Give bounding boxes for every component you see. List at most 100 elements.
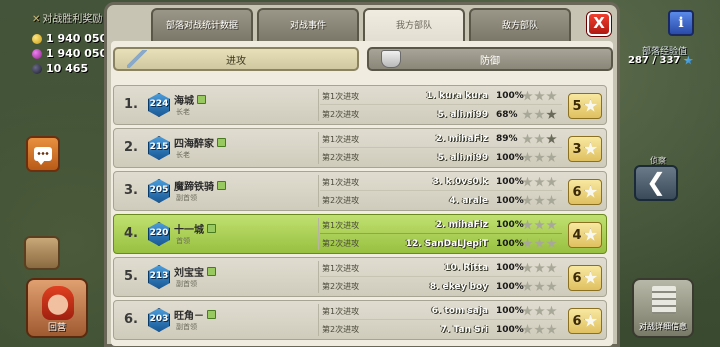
war-panel: 部落对战统计数据 对战事件 我方部队 敌方部队 X 进攻 防御 1. 224 海… xyxy=(104,2,620,347)
divider xyxy=(318,304,319,336)
attack-stars xyxy=(522,152,562,163)
member-row[interactable]: 4. 220 十一城 首领 第1次进攻 2. mihaFiz 100% 第2次进… xyxy=(113,214,607,254)
scout-back-button[interactable]: ❮ xyxy=(634,165,678,201)
attack-entry[interactable]: 第2次进攻 5. ali.ni99 68% xyxy=(320,106,562,123)
player-name[interactable]: 刘宝宝 xyxy=(174,264,216,279)
star-icon xyxy=(534,305,545,316)
attack-entry[interactable]: 第2次进攻 8. ekey boy 100% xyxy=(320,278,562,295)
star-icon xyxy=(546,109,557,120)
destruction-percent: 100% xyxy=(496,91,524,101)
attack-label: 第2次进攻 xyxy=(322,282,360,291)
player-name[interactable]: 魔蹄铁骑 xyxy=(174,178,226,193)
exp-star-icon xyxy=(683,55,694,65)
attack-label: 第1次进攻 xyxy=(322,220,360,230)
attack-label: 第2次进攻 xyxy=(322,153,360,162)
attack-stars xyxy=(522,90,562,102)
clan-role-icon xyxy=(197,95,206,104)
attack-entry[interactable]: 第1次进攻 2. mihaFiz 100% xyxy=(320,217,562,234)
divider xyxy=(318,132,319,164)
star-icon xyxy=(534,262,545,273)
player-role: 副首领 xyxy=(176,280,197,288)
total-stars-value: 4 xyxy=(572,227,582,243)
divider xyxy=(318,89,319,121)
attack-entry[interactable]: 第2次进攻 12. SanDaLJepiT 100% xyxy=(320,235,562,252)
gold-resource: 1 940 050 xyxy=(32,32,107,45)
total-stars-badge: 6 xyxy=(568,265,602,291)
star-icon xyxy=(522,152,533,163)
star-icon xyxy=(546,90,557,101)
star-icon xyxy=(522,305,533,316)
member-row[interactable]: 3. 205 魔蹄铁骑 副首领 第1次进攻 3. k.0vs0.k 100% 第… xyxy=(113,171,607,211)
dark-elixir-resource: 10 465 xyxy=(32,62,88,75)
member-row[interactable]: 5. 213 刘宝宝 副首领 第1次进攻 10. Ritta 100% 第2次进… xyxy=(113,257,607,297)
destruction-percent: 100% xyxy=(496,238,524,249)
attack-label: 第1次进攻 xyxy=(322,134,360,144)
town-hall-level: 215 xyxy=(149,142,169,152)
attack-stars xyxy=(522,262,562,274)
tab-war-stats[interactable]: 部落对战统计数据 xyxy=(151,8,253,42)
tab-war-events[interactable]: 对战事件 xyxy=(257,8,359,42)
attack-stars xyxy=(522,219,562,231)
town-hall-level: 224 xyxy=(149,99,169,109)
attack-entry[interactable]: 第1次进攻 1. kura kura 100% xyxy=(320,88,562,105)
player-name[interactable]: 海城 xyxy=(174,92,206,107)
star-icon xyxy=(534,90,545,101)
defense-toggle-button[interactable]: 防御 xyxy=(367,47,613,71)
star-icon xyxy=(583,99,598,112)
total-stars-value: 5 xyxy=(572,98,582,114)
war-bonus-label: ✕ 对战胜利奖励 xyxy=(32,14,103,25)
attack-toggle-button[interactable]: 进攻 xyxy=(113,47,359,71)
close-button[interactable]: X xyxy=(587,12,611,36)
member-row[interactable]: 6. 203 旺角－ 副首领 第1次进攻 6. tom saja 100% 第2… xyxy=(113,300,607,340)
star-icon xyxy=(522,133,533,144)
star-icon xyxy=(546,262,557,273)
star-icon xyxy=(583,314,598,327)
chat-button[interactable] xyxy=(26,136,60,172)
war-details-label: 对战详细信息 xyxy=(639,322,687,331)
return-home-button[interactable]: 回营 xyxy=(26,278,88,338)
attack-entry[interactable]: 第2次进攻 5. ali.ni99 100% xyxy=(320,149,562,166)
attack-entry[interactable]: 第1次进攻 3. k.0vs0.k 100% xyxy=(320,174,562,191)
divider xyxy=(318,175,319,207)
player-name[interactable]: 旺角－ xyxy=(174,307,216,322)
star-icon xyxy=(534,281,545,292)
player-name[interactable]: 四海醉家 xyxy=(174,135,226,150)
document-icon xyxy=(652,286,676,314)
attack-target: 6. tom saja xyxy=(431,306,488,316)
member-row[interactable]: 1. 224 海城 长老 第1次进攻 1. kura kura 100% 第2次… xyxy=(113,85,607,125)
attack-entry[interactable]: 第1次进攻 2. mihaFiz 89% xyxy=(320,131,562,148)
star-icon xyxy=(546,152,557,163)
attack-target: 4. arale xyxy=(449,195,488,206)
total-stars-badge: 6 xyxy=(568,308,602,334)
attack-entry[interactable]: 第1次进攻 10. Ritta 100% xyxy=(320,260,562,277)
star-icon xyxy=(534,176,545,187)
war-details-button[interactable]: 对战详细信息 xyxy=(632,278,694,338)
clan-exp-value: 287 / 337 xyxy=(628,55,694,66)
attack-entry[interactable]: 第1次进攻 6. tom saja 100% xyxy=(320,303,562,320)
attack-entry[interactable]: 第2次进攻 4. arale 100% xyxy=(320,192,562,209)
star-icon xyxy=(534,324,545,335)
town-hall-level: 203 xyxy=(149,314,169,324)
info-button[interactable]: i xyxy=(668,10,694,36)
attack-target: 12. SanDaLJepiT xyxy=(405,238,488,249)
attack-label: 第2次进攻 xyxy=(322,196,360,205)
rank-number: 4. xyxy=(124,226,138,241)
star-icon xyxy=(546,238,557,249)
total-stars-value: 6 xyxy=(572,313,582,329)
star-icon xyxy=(546,219,557,230)
town-hall-level: 205 xyxy=(149,185,169,195)
destruction-percent: 68% xyxy=(496,109,518,120)
star-icon xyxy=(534,152,545,163)
member-row[interactable]: 2. 215 四海醉家 长老 第1次进攻 2. mihaFiz 89% 第2次进… xyxy=(113,128,607,168)
attack-entry[interactable]: 第2次进攻 7. Tan Sri 100% xyxy=(320,321,562,338)
left-panel: ✕ 对战胜利奖励 1 940 050 1 940 050 10 465 回营 xyxy=(0,0,110,347)
star-icon xyxy=(546,281,557,292)
scroll-button[interactable] xyxy=(24,236,60,270)
attack-stars xyxy=(522,195,562,206)
chat-icon xyxy=(34,147,52,165)
rank-number: 1. xyxy=(124,97,138,112)
player-name[interactable]: 十一城 xyxy=(174,221,216,236)
destruction-percent: 100% xyxy=(496,195,524,206)
tab-enemy-team[interactable]: 敌方部队 xyxy=(469,8,571,42)
attack-target: 1. kura kura xyxy=(426,91,488,101)
